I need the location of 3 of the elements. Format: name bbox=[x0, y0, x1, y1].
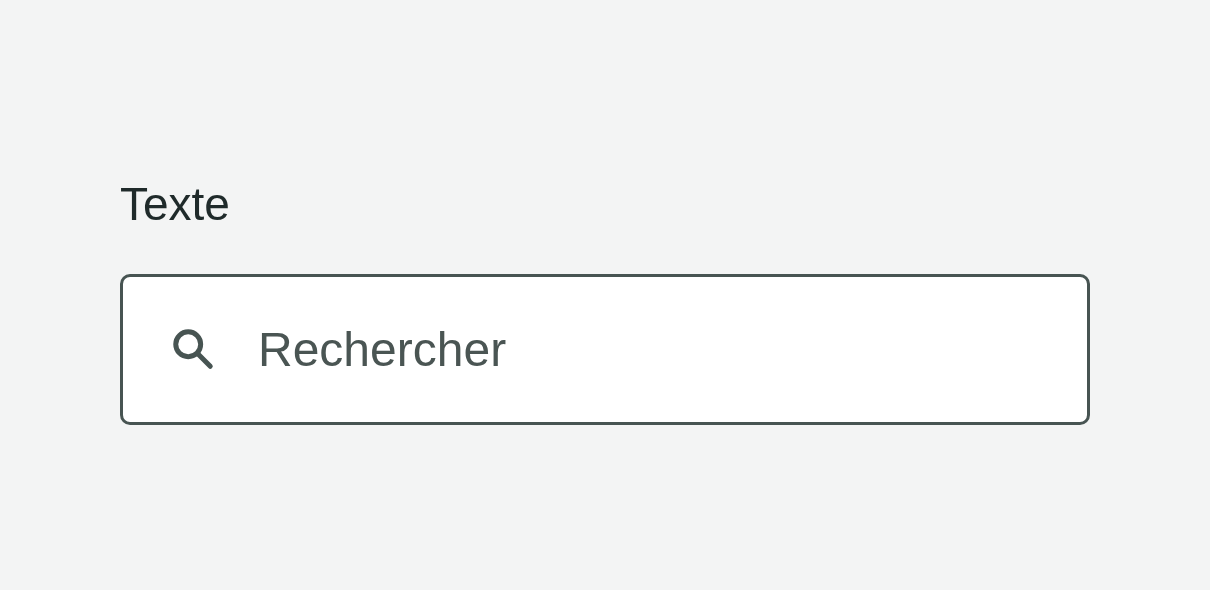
search-field[interactable]: Rechercher bbox=[120, 274, 1090, 425]
field-label: Texte bbox=[120, 178, 230, 230]
search-icon bbox=[170, 326, 216, 372]
